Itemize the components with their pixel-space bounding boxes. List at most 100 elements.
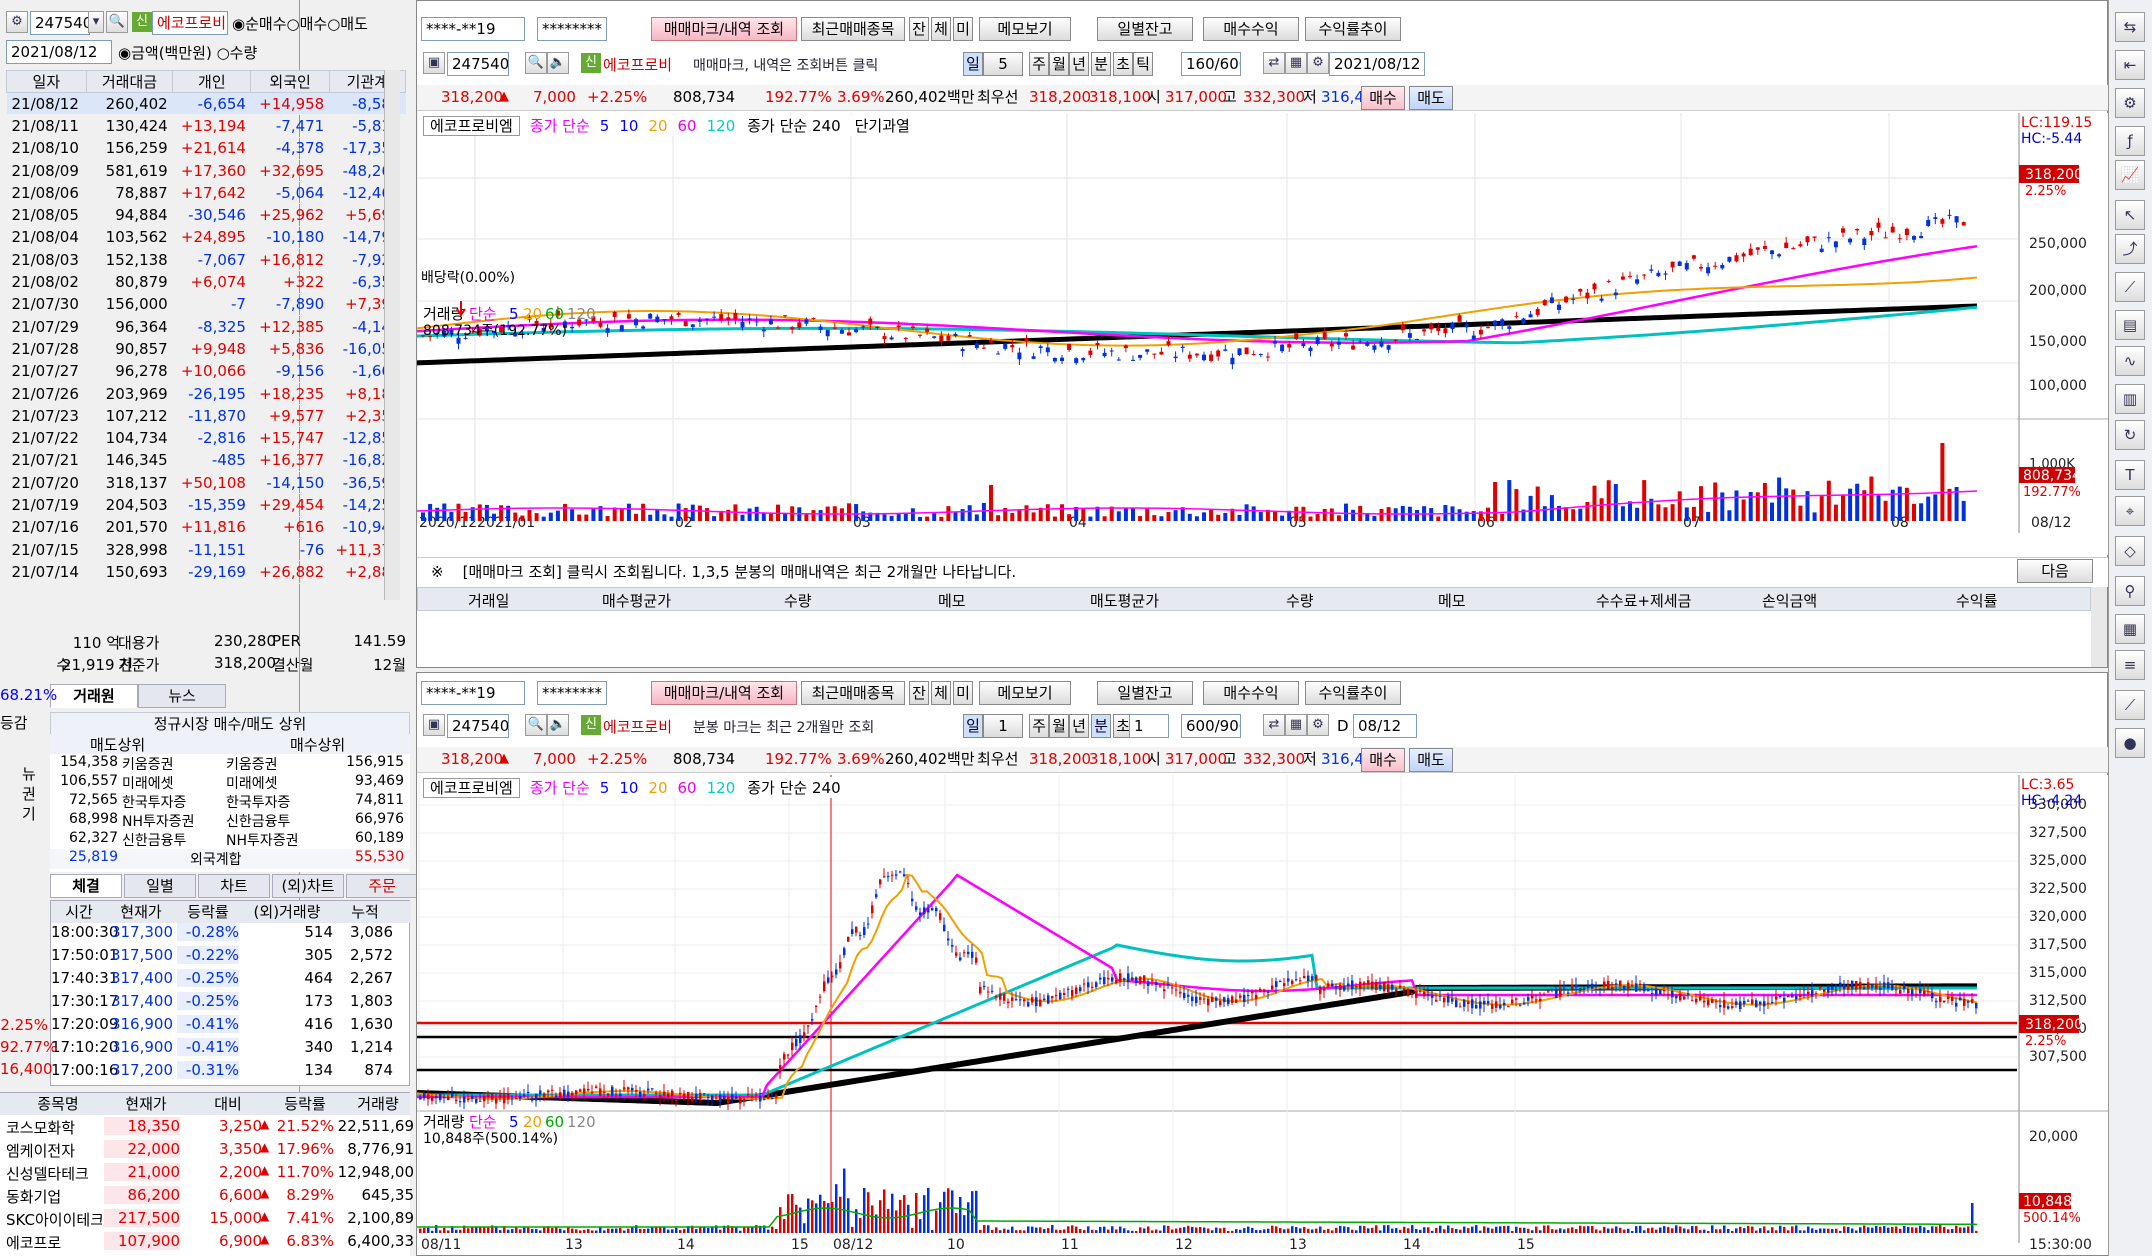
broker-row[interactable]: 106,557 미래에셋 미래에셋 93,469 [50,773,410,792]
table-row[interactable]: 21/08/10 156,259 +21,614 -4,378 -17,353 [6,137,406,160]
code-input[interactable]: 247540 [447,714,509,738]
tab-3[interactable]: (외)차트 [272,874,344,898]
tab-broker[interactable]: 거래원 [50,684,138,708]
toolbar-icon-18[interactable]: ⟋ [2115,690,2145,720]
col-header[interactable]: 개인 [172,70,252,93]
tab-2[interactable]: 차트 [198,874,270,898]
dropdown-icon[interactable]: ▾ [88,11,104,33]
stock-code-input[interactable]: 247540 [30,11,90,35]
period-button-4[interactable]: 년 [1069,52,1089,76]
table-row[interactable]: 21/07/15 328,998 -11,151 -76 +11,371 [6,538,406,562]
period-button-3[interactable]: 월 [1049,52,1069,76]
toolbar-icon-9[interactable]: ∿ [2115,346,2145,376]
toolbar-icon-3[interactable]: ƒ [2115,126,2145,156]
table-row[interactable]: 21/07/29 96,364 -8,325 +12,385 -4,144 [6,315,406,339]
gear-icon[interactable]: ⚙ [1307,52,1329,74]
toolbar-icon-14[interactable]: ◇ [2115,536,2145,566]
sell-button[interactable]: 매도 [1409,86,1453,110]
table-row[interactable]: 21/08/04 103,562 +24,895 -10,180 -14,792 [6,226,406,250]
layout-icon[interactable]: ▣ [423,52,445,74]
toolbar-icon-19[interactable]: ● [2115,728,2145,758]
table-row[interactable]: 21/07/28 90,857 +9,948 +5,836 -16,059 [6,337,406,361]
toolbar-icon-4[interactable]: 📈 [2115,160,2145,190]
toolbar-button-4[interactable]: 미 [953,681,973,705]
toolbar-icon-16[interactable]: ▦ [2115,614,2145,644]
col-header[interactable]: 외국인 [250,70,330,93]
save-icon[interactable]: ▦ [1285,52,1307,74]
col-header[interactable]: 일자 [6,70,87,93]
tab-0[interactable]: 체결 [50,874,122,898]
tool-icon[interactable]: ⇄ [1263,714,1285,736]
toolbar-button-0[interactable]: 매매마크/내역 조회 [651,17,797,41]
tab-news[interactable]: 뉴스 [138,684,226,708]
table-row[interactable]: 21/08/03 152,138 -7,067 +16,812 -7,921 [6,248,406,272]
search-icon[interactable]: 🔍 [525,714,547,736]
save-icon[interactable]: ▦ [1285,714,1307,736]
toolbar-icon-5[interactable]: ↖ [2115,200,2145,230]
toolbar-icon-12[interactable]: T [2115,460,2145,490]
table-row[interactable]: 21/07/22 104,734 -2,816 +15,747 -12,855 [6,426,406,450]
unit-radios[interactable]: ◉금액(백만원) ○수량 [118,42,257,63]
period-button-0[interactable]: 일 [963,714,983,738]
buy-button[interactable]: 매수 [1361,86,1405,110]
toolbar-icon-11[interactable]: ↻ [2115,420,2145,450]
toolbar-icon-1[interactable]: ⇤ [2115,50,2145,80]
trade-row[interactable]: 17:50:01 317,500 -0.22% 305 2,572 [51,946,395,969]
radio-amount[interactable]: 금액(백만원) [131,44,212,62]
toolbar-button-0[interactable]: 매매마크/내역 조회 [651,681,797,705]
search-icon[interactable]: 🔍 [106,11,128,33]
account-select[interactable]: ****-**19 [421,681,525,705]
toolbar-button-8[interactable]: 수익률추이 [1305,17,1401,41]
history-scrollbar[interactable] [2091,587,2107,667]
period-button-2[interactable]: 주 [1029,52,1049,76]
table-row[interactable]: 21/07/20 318,137 +50,108 -14,150 -36,590 [6,471,406,495]
count-input[interactable]: 160/600 [1181,52,1241,76]
period-button-5[interactable]: 분 [1091,52,1111,76]
table-row[interactable]: 21/07/21 146,345 -485 +16,377 -16,824 [6,449,406,473]
trade-row[interactable]: 18:00:30 317,300 -0.28% 514 3,086 [51,923,395,946]
trade-row[interactable]: 17:40:31 317,400 -0.25% 464 2,267 [51,969,395,992]
table-row[interactable]: 21/07/26 203,969 -26,195 +18,235 +8,187 [6,382,406,406]
toolbar-button-5[interactable]: 메모보기 [979,681,1071,705]
toolbar-button-7[interactable]: 매수수익 [1203,681,1299,705]
trade-row[interactable]: 17:30:17 317,400 -0.25% 173 1,803 [51,992,395,1015]
toolbar-button-2[interactable]: 잔 [909,681,929,705]
toolbar-icon-7[interactable]: ⟋ [2115,272,2145,302]
table-row[interactable]: 21/07/27 96,278 +10,066 -9,156 -1,663 [6,360,406,383]
sell-button[interactable]: 매도 [1409,748,1453,772]
speaker-icon[interactable]: 🔈 [547,52,569,74]
search-icon[interactable]: 🔍 [525,52,547,74]
broker-row[interactable]: 68,998 NH투자증권 신한금융투 66,976 [50,811,410,830]
period-button-1[interactable]: 1 [983,714,1023,738]
speaker-icon[interactable]: 🔈 [547,714,569,736]
period-button-1[interactable]: 5 [983,52,1023,76]
table-row[interactable]: 21/08/06 78,887 +17,642 -5,064 -12,461 [6,181,406,205]
toolbar-icon-2[interactable]: ⚙ [2115,88,2145,118]
toolbar-button-1[interactable]: 최근매매종목 [801,17,905,41]
trade-row[interactable]: 17:20:09 316,900 -0.41% 416 1,630 [51,1015,395,1038]
list-item[interactable]: 엠케이전자 22,000 3,350 ▲ 17.96% 8,776,91 [0,1140,414,1163]
table-row[interactable]: 21/08/09 581,619 +17,360 +32,695 -48,260 [6,159,406,183]
count-input[interactable]: 600/900 [1181,714,1241,738]
toolbar-icon-0[interactable]: ⇆ [2115,12,2145,42]
table-row[interactable]: 21/07/19 204,503 -15,359 +29,454 -14,252 [6,493,406,517]
radio-net[interactable]: 순매수 [245,15,286,33]
trade-row[interactable]: 17:00:16 317,200 -0.31% 134 874 [51,1061,395,1084]
account-select[interactable]: ****-**19 [421,17,525,41]
table-row[interactable]: 21/07/14 150,693 -29,169 +26,882 +2,884 [6,560,406,584]
toolbar-button-3[interactable]: 체 [931,681,951,705]
investor-scrollbar[interactable] [384,70,400,600]
radio-sell[interactable]: 매도 [340,15,368,33]
list-item[interactable]: 코스모화학 18,350 3,250 ▲ 21.52% 22,511,69 [0,1117,414,1140]
price-chart[interactable]: 2020/12 2021/01 02 03 04 05 06 07 08 08/12250,000… [417,113,2109,555]
toolbar-button-3[interactable]: 체 [931,17,951,41]
minute-chart[interactable]: 330,000327,500325,000322,500320,000317,5… [417,775,2109,1255]
layout-icon[interactable]: ▣ [423,714,445,736]
list-item[interactable]: 동화기업 86,200 6,600 ▲ 8.29% 645,35 [0,1186,414,1209]
tab-1[interactable]: 일별 [124,874,196,898]
broker-row[interactable]: 154,358 키움증권 키움증권 156,915 [50,754,410,773]
interval-select[interactable]: 1 [1129,714,1169,738]
table-row[interactable]: 21/07/23 107,212 -11,870 +9,577 +2,356 [6,404,406,428]
gear-icon[interactable]: ⚙ [1307,714,1329,736]
toolbar-icon-17[interactable]: ≡ [2115,650,2145,680]
